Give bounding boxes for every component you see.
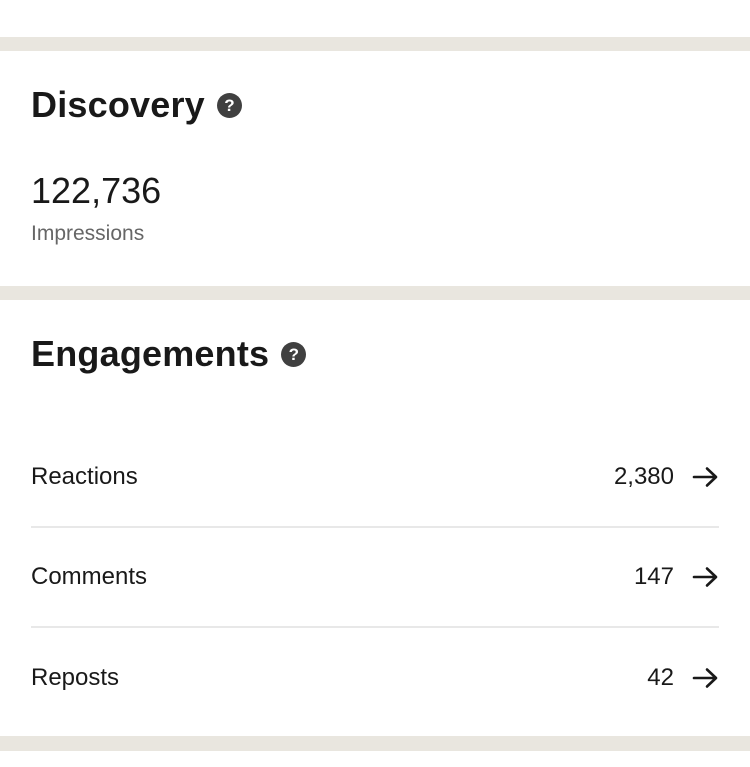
engagement-label: Reactions [31,463,138,490]
engagement-row-reactions[interactable]: Reactions 2,380 [31,428,719,528]
engagements-title: Engagements [31,333,270,374]
engagement-row-reposts[interactable]: Reposts 42 [31,628,719,728]
arrow-right-icon [692,668,718,688]
question-circle-icon[interactable]: ? [281,341,307,367]
arrow-right-icon [692,567,718,587]
discovery-title: Discovery [31,84,205,125]
arrow-right-icon [692,467,718,487]
engagement-count: 147 [633,563,674,590]
engagement-row-comments[interactable]: Comments 147 [31,528,719,628]
engagements-card: Engagements ? Reactions 2,380 Comments 1… [0,300,750,736]
impressions-value: 122,736 [31,170,162,211]
discovery-header: Discovery ? [31,87,242,123]
engagements-header: Engagements ? [31,333,307,374]
next-card [0,751,750,767]
previous-card [0,0,750,37]
impressions-label: Impressions [31,222,145,245]
question-circle-icon[interactable]: ? [216,92,242,118]
discovery-card: Discovery ? 122,736 Impressions [0,51,750,286]
engagement-count: 42 [647,664,674,691]
engagement-count: 2,380 [613,463,674,490]
engagement-label: Reposts [31,664,120,691]
engagements-list: Reactions 2,380 Comments 147 Reposts 42 [31,428,719,728]
engagement-label: Comments [31,563,148,590]
